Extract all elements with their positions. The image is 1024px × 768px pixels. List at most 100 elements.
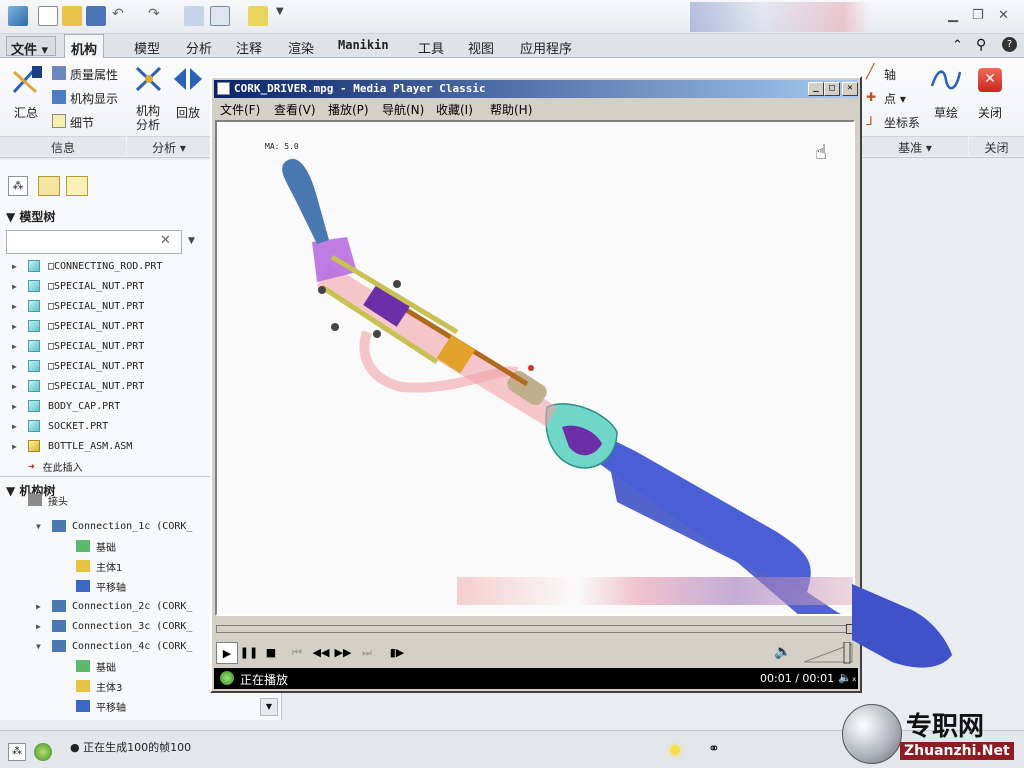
save-icon[interactable] (86, 6, 106, 26)
expand-arrow-icon[interactable]: ▶ (12, 382, 24, 391)
menu-view[interactable]: 查看(V) (274, 101, 316, 118)
model-tree-item[interactable]: ▶ □SPECIAL_NUT.PRT (12, 376, 144, 396)
mech-tree-item[interactable]: 平移轴 (60, 696, 126, 716)
mech-tree-item[interactable]: ▼ Connection_1c (CORK_ (36, 516, 192, 536)
seek-bar[interactable] (216, 624, 856, 634)
axis-button[interactable]: 轴 (884, 66, 896, 83)
player-maximize-button[interactable]: □ (824, 82, 840, 96)
mech-tree-item[interactable]: 接头 (12, 494, 68, 506)
mech-analysis-icon[interactable] (134, 64, 164, 97)
expand-arrow-icon[interactable]: ▶ (12, 422, 24, 431)
close-mechanism-label[interactable]: 关闭 (978, 104, 1002, 121)
mass-props-button[interactable]: 质量属性 (70, 66, 118, 83)
windows-icon[interactable] (210, 6, 230, 26)
tab-manikin[interactable]: Manikin (338, 38, 389, 52)
collapse-ribbon-icon[interactable]: ⌃ (952, 38, 963, 53)
expand-arrow-icon[interactable]: ▼ (36, 642, 48, 651)
tab-file[interactable]: 文件 ▾ (6, 36, 56, 58)
expand-arrow-icon[interactable]: ▶ (12, 342, 24, 351)
expand-arrow-icon[interactable]: ▶ (12, 442, 24, 451)
mech-tree-item[interactable]: 主体1 (60, 556, 122, 576)
tab-applications[interactable]: 应用程序 (520, 38, 572, 57)
tab-mechanism[interactable]: 机构 (64, 34, 105, 59)
tab-analysis[interactable]: 分析 (186, 38, 212, 57)
mech-tree-item[interactable]: ▶ Connection_3c (CORK_ (36, 616, 192, 636)
player-close-button[interactable]: ✕ (842, 82, 858, 96)
stop-button[interactable]: ■ (260, 642, 282, 664)
menu-file[interactable]: 文件(F) (220, 101, 260, 118)
rewind-button[interactable]: ◀◀ (310, 642, 332, 664)
point-button[interactable]: 点 ▾ (884, 90, 906, 107)
scroll-down-button[interactable]: ▼ (260, 698, 278, 716)
expand-arrow-icon[interactable]: ▶ (36, 602, 48, 611)
menu-help[interactable]: 帮助(H) (490, 101, 532, 118)
model-tree-item[interactable]: ▶ □SPECIAL_NUT.PRT (12, 296, 144, 316)
play-button[interactable]: ▶ (216, 642, 238, 664)
minimize-icon[interactable]: ▁ (948, 8, 958, 23)
restore-icon[interactable]: ❐ (972, 8, 984, 23)
close-mechanism-icon[interactable]: ✕ (978, 68, 1002, 92)
model-tree-item[interactable]: ▶ □CONNECTING_ROD.PRT (12, 256, 162, 276)
player-minimize-button[interactable]: _ (808, 82, 824, 96)
skip-forward-button[interactable]: ⏭ (356, 642, 378, 664)
clear-search-icon[interactable]: ✕ (160, 233, 171, 248)
skip-back-button[interactable]: ⏮ (286, 642, 308, 664)
tab-annotate[interactable]: 注释 (236, 38, 262, 57)
mech-display-button[interactable]: 机构显示 (70, 90, 118, 107)
playback-icon[interactable] (172, 66, 204, 95)
tree-filter-dropdown-icon[interactable]: ▼ (188, 236, 195, 246)
menu-favorites[interactable]: 收藏(I) (436, 101, 473, 118)
help-icon[interactable]: ? (1002, 37, 1017, 52)
mech-tree-item[interactable]: ▶ Connection_2c (CORK_ (36, 596, 192, 616)
redo-icon[interactable]: ↷ (148, 6, 168, 26)
tree-search-input[interactable] (6, 230, 182, 254)
expand-arrow-icon[interactable]: ▶ (12, 262, 24, 271)
favorites-tab-icon[interactable] (66, 176, 88, 196)
mech-tree-item[interactable]: 基础 (60, 536, 116, 556)
fast-forward-button[interactable]: ▶▶ (332, 642, 354, 664)
model-tree-item[interactable]: ▶ □SPECIAL_NUT.PRT (12, 316, 144, 336)
expand-arrow-icon[interactable]: ▼ (36, 522, 48, 531)
menu-play[interactable]: 播放(P) (328, 101, 369, 118)
volume-slider[interactable] (804, 642, 854, 664)
expand-arrow-icon[interactable]: ▶ (12, 362, 24, 371)
volume-icon[interactable]: 🔈 (772, 642, 794, 664)
expand-arrow-icon[interactable]: ▶ (12, 302, 24, 311)
group-analysis-label[interactable]: 分析 ▾ (127, 136, 211, 156)
frame-step-button[interactable]: ▮▶ (386, 642, 408, 664)
mech-tree-item[interactable]: 基础 (60, 656, 116, 676)
model-tree-header[interactable]: ▼ 模型树 (6, 208, 55, 225)
expand-arrow-icon[interactable]: ▶ (12, 322, 24, 331)
group-datum-label[interactable]: 基准 ▾ (862, 136, 968, 156)
regenerate-icon[interactable] (184, 6, 204, 26)
toggle-navigator-icon[interactable]: ⁂ (8, 743, 26, 761)
mech-tree-item[interactable]: 主体3 (60, 676, 122, 696)
undo-icon[interactable]: ↶ (112, 6, 132, 26)
model-tree-item[interactable]: ▶ □SPECIAL_NUT.PRT (12, 356, 144, 376)
tab-tools[interactable]: 工具 (418, 38, 444, 57)
sketch-icon[interactable] (930, 66, 962, 97)
mech-analysis-label[interactable]: 机构 分析 (136, 104, 160, 132)
new-file-icon[interactable] (38, 6, 58, 26)
model-tree-item[interactable]: ▶ BOTTLE_ASM.ASM (12, 436, 132, 456)
video-area[interactable]: MA: 5.0 ☝ (215, 120, 855, 616)
pause-button[interactable]: ❚❚ (238, 642, 260, 664)
tab-view[interactable]: 视图 (468, 38, 494, 57)
find-icon[interactable]: ⚭ (708, 741, 720, 757)
expand-arrow-icon[interactable]: ▶ (36, 622, 48, 631)
summary-icon[interactable] (10, 64, 44, 101)
mech-tree-item[interactable]: 平移轴 (60, 576, 126, 596)
tab-render[interactable]: 渲染 (288, 38, 314, 57)
player-title-bar[interactable]: CORK_DRIVER.mpg - Media Player Classic _… (214, 80, 858, 98)
mech-tree-item[interactable]: ▼ Connection_4c (CORK_ (36, 636, 192, 656)
model-tree-tab-icon[interactable]: ⁂ (8, 176, 28, 196)
details-button[interactable]: 细节 (70, 114, 94, 131)
sketch-label[interactable]: 草绘 (934, 104, 958, 121)
close-window-icon[interactable] (248, 6, 268, 26)
model-tree-item[interactable]: ▶ □SPECIAL_NUT.PRT (12, 276, 144, 296)
globe-browser-icon[interactable] (34, 743, 52, 761)
search-icon[interactable]: ⚲ (976, 37, 986, 53)
customize-toolbar-icon[interactable]: ▼ (276, 6, 296, 26)
menu-navigate[interactable]: 导航(N) (382, 101, 424, 118)
model-tree-item[interactable]: ▶ □SPECIAL_NUT.PRT (12, 336, 144, 356)
